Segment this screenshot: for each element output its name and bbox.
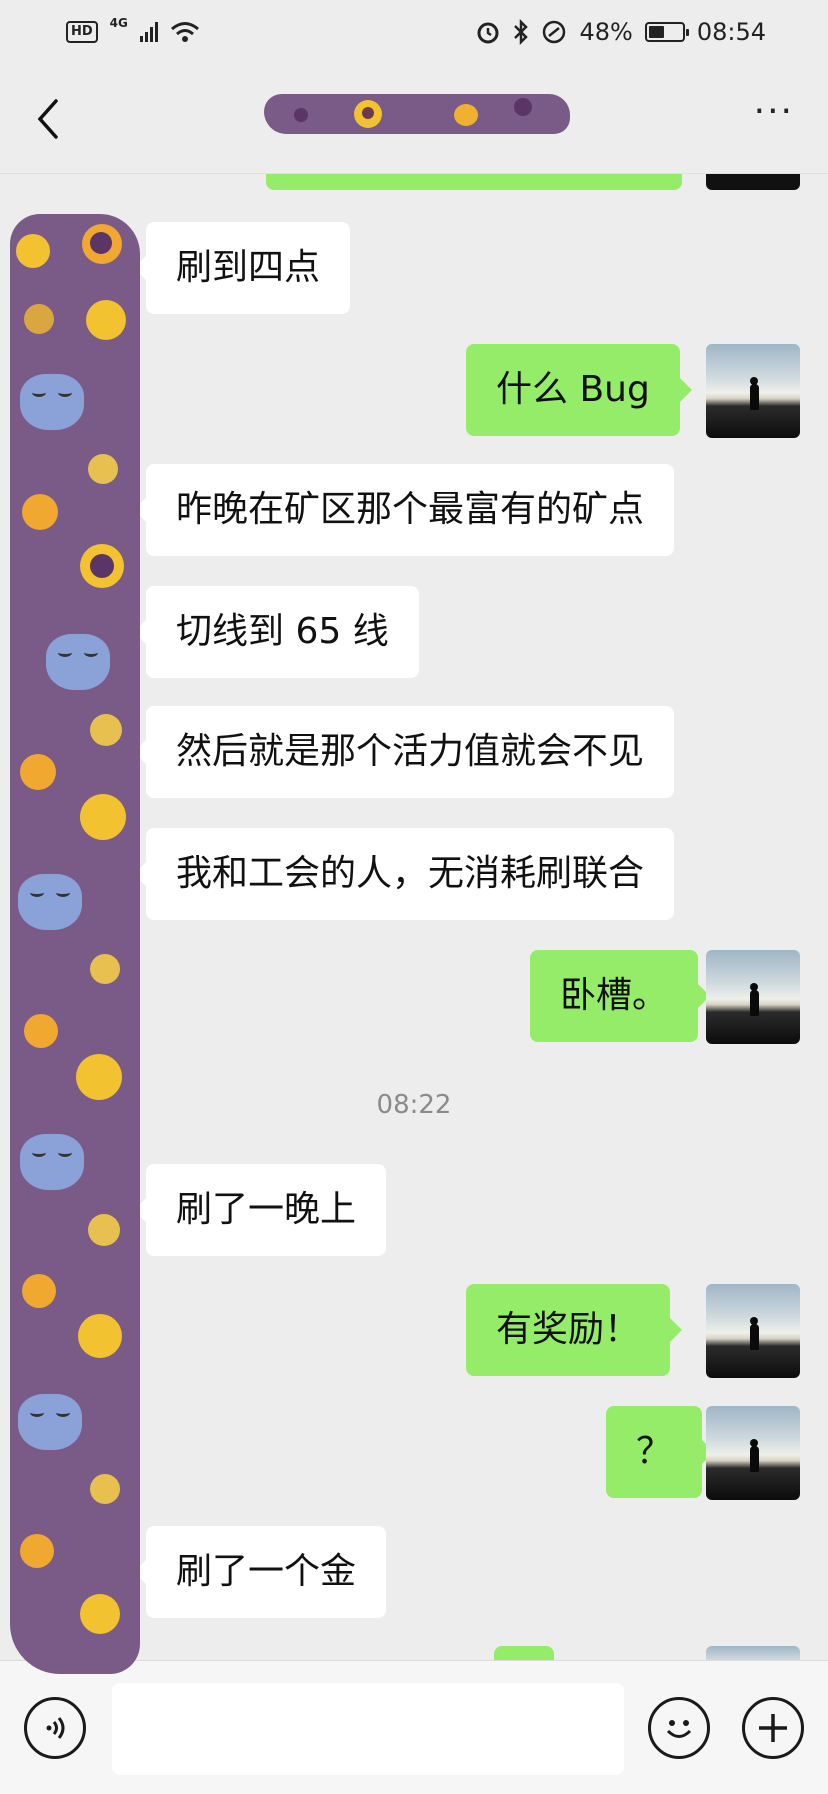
- input-bar: [0, 1660, 828, 1794]
- redacted-avatars: [10, 214, 140, 1674]
- battery-percent: 48%: [579, 18, 633, 46]
- alarm-icon: [477, 22, 499, 44]
- status-right: 48% 08:54: [475, 18, 766, 46]
- message-bubble[interactable]: 刷了一个金: [133, 1526, 387, 1618]
- message-bubble[interactable]: 昨晚在矿区那个最富有的矿点: [133, 464, 675, 556]
- avatar[interactable]: [706, 1406, 800, 1500]
- message-bubble[interactable]: 卧槽。: [530, 950, 711, 1042]
- network-type: 4G: [109, 16, 128, 30]
- battery-level: [648, 26, 665, 38]
- message-bubble[interactable]: ？: [606, 1406, 715, 1498]
- wifi-icon: [170, 22, 199, 42]
- message-bubble[interactable]: 切线到 65 线: [134, 586, 419, 678]
- message-input[interactable]: [112, 1683, 624, 1775]
- partial-avatar: [706, 174, 800, 190]
- partial-avatar: [706, 1646, 800, 1660]
- avatar[interactable]: [706, 950, 800, 1044]
- message-bubble[interactable]: 我和工会的人，无消耗刷联合: [133, 828, 675, 920]
- battery-icon: [644, 22, 689, 42]
- chat-header: ···: [0, 64, 828, 174]
- message-bubble[interactable]: 然后就是那个活力值就会不见: [133, 706, 675, 798]
- voice-button[interactable]: [24, 1697, 86, 1759]
- partial-outgoing-bubble: [494, 1646, 554, 1660]
- status-bar: HD 4G 48% 08:54: [0, 0, 828, 64]
- signal-icon: [139, 22, 158, 42]
- more-options-button[interactable]: ···: [754, 93, 794, 144]
- partial-outgoing-bubble: [266, 174, 682, 190]
- chevron-left-icon: [37, 98, 58, 139]
- avatar[interactable]: [706, 1284, 800, 1378]
- message-bubble[interactable]: 有奖励！: [466, 1284, 683, 1376]
- voice-icon: [46, 1717, 65, 1739]
- emoji-button[interactable]: [648, 1697, 710, 1759]
- hd-icon: HD: [66, 21, 98, 43]
- more-actions-button[interactable]: [742, 1697, 804, 1759]
- emoji-icon: [666, 1720, 692, 1738]
- status-left: HD 4G: [66, 16, 200, 44]
- bluetooth-icon: [514, 19, 529, 45]
- avatar[interactable]: [706, 344, 800, 438]
- plus-icon: [759, 1714, 787, 1742]
- clock: 08:54: [696, 18, 766, 46]
- message-bubble[interactable]: 刷到四点: [133, 222, 351, 314]
- message-bubble[interactable]: 刷了一晚上: [133, 1164, 387, 1256]
- back-button[interactable]: [34, 89, 74, 149]
- message-bubble[interactable]: 什么 Bug: [466, 344, 692, 436]
- redacted-contact-name: [264, 94, 570, 134]
- nfc-icon: [543, 20, 566, 44]
